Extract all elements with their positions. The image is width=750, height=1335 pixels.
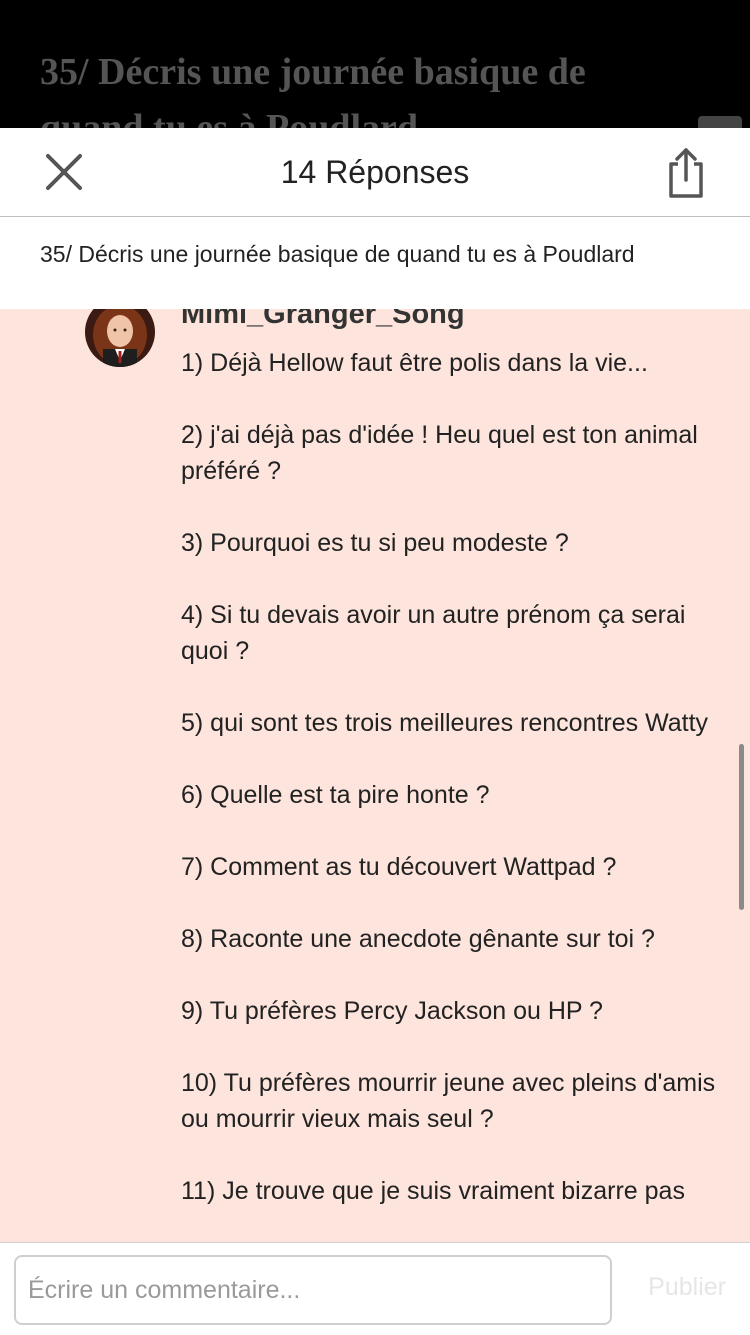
comment-line: 7) Comment as tu découvert Wattpad ? (181, 853, 617, 881)
user-avatar-image (85, 309, 155, 367)
background-page: 35/ Décris une journée basique de quand … (0, 0, 750, 130)
comment-input[interactable] (14, 1255, 612, 1325)
comment-line: 6) Quelle est ta pire honte ? (181, 781, 490, 809)
comment-line: 10) Tu préfères mourrir jeune avec plein… (181, 1069, 716, 1133)
replies-count-title: 14 Réponses (280, 154, 470, 190)
share-icon (669, 148, 703, 198)
scrollbar[interactable] (739, 744, 744, 910)
comment-thread[interactable]: Mimi_Granger_Song 1) Déjà Hellow faut êt… (0, 309, 750, 1242)
comment-line: 4) Si tu devais avoir un autre prénom ça… (181, 601, 686, 665)
comment-line: 2) j'ai déjà pas d'idée ! Heu quel est t… (181, 421, 698, 485)
avatar[interactable] (85, 309, 155, 367)
comment-line: 5) qui sont tes trois meilleures rencont… (181, 709, 709, 737)
subject-text: 35/ Décris une journée basique de quand … (40, 241, 635, 267)
comment-composer: Publier (0, 1242, 750, 1335)
publish-button[interactable]: Publier (648, 1273, 726, 1302)
background-title: 35/ Décris une journée basique de quand … (40, 51, 586, 130)
share-button[interactable] (666, 146, 706, 200)
comment-username[interactable]: Mimi_Granger_Song (181, 309, 465, 334)
comment-body: 1) Déjà Hellow faut être polis dans la v… (181, 345, 729, 1242)
comment-line: 8) Raconte une anecdote gênante sur toi … (181, 925, 655, 953)
comment-line: 1) Déjà Hellow faut être polis dans la v… (181, 349, 648, 377)
comment-line: 9) Tu préfères Percy Jackson ou HP ? (181, 997, 603, 1025)
comment-line: 3) Pourquoi es tu si peu modeste ? (181, 529, 569, 557)
replies-header: 14 Réponses (0, 128, 750, 217)
comment-subject: 35/ Décris une journée basique de quand … (0, 217, 750, 309)
comment-line: 11) Je trouve que je suis vraiment bizar… (181, 1177, 685, 1205)
